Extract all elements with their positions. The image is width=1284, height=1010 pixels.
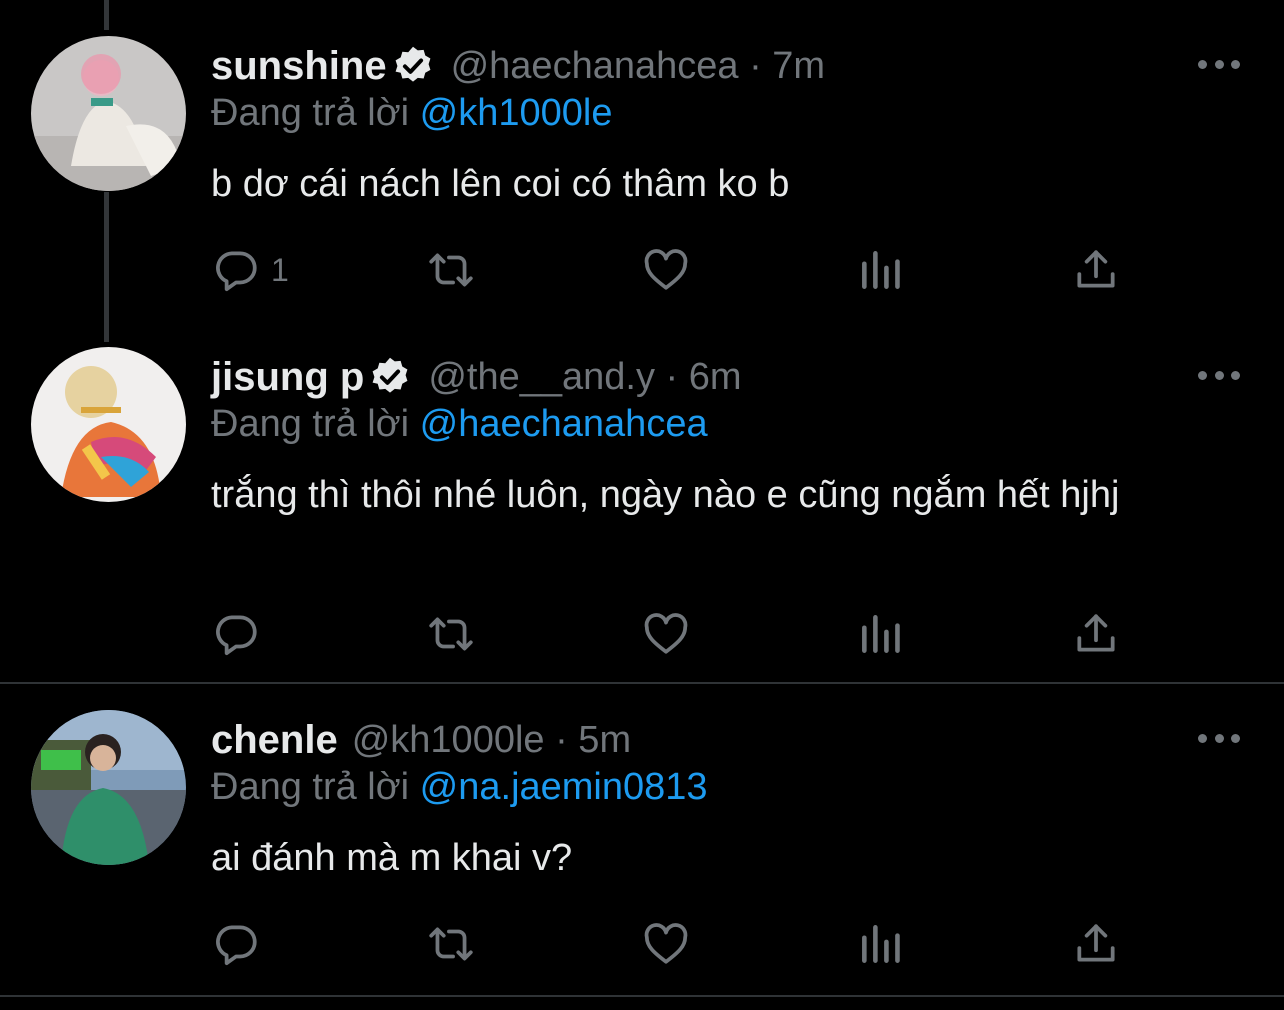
display-name[interactable]: chenle: [211, 718, 338, 763]
action-bar: [211, 916, 1131, 976]
reply-count: 1: [271, 251, 289, 288]
tweet-sunshine[interactable]: sunshine @haechanahcea · 7m Đang trả lời…: [0, 36, 1284, 336]
views-icon: [856, 245, 906, 295]
retweet-button[interactable]: [426, 242, 476, 298]
replying-to: Đang trả lời @haechanahcea: [211, 403, 708, 446]
tweet-header: sunshine @haechanahcea · 7m: [211, 36, 825, 96]
heart-icon: [641, 245, 691, 295]
handle-and-time[interactable]: @the__and.y · 6m: [428, 356, 741, 399]
avatar-image: [31, 347, 186, 502]
tweet-chenle[interactable]: chenle @kh1000le · 5m Đang trả lời @na.j…: [0, 710, 1284, 990]
display-name[interactable]: sunshine: [211, 44, 387, 89]
display-name[interactable]: jisung p: [211, 355, 364, 400]
views-button[interactable]: [856, 916, 906, 972]
like-button[interactable]: [641, 242, 691, 298]
verified-badge-icon: [368, 355, 412, 399]
handle-and-time[interactable]: @kh1000le · 5m: [352, 719, 631, 762]
tweet-jisung[interactable]: jisung p @the__and.y · 6m Đang trả lời @…: [0, 347, 1284, 677]
replying-to: Đang trả lời @na.jaemin0813: [211, 766, 708, 809]
replying-prefix: Đang trả lời: [211, 403, 410, 445]
divider: [0, 682, 1284, 684]
thread-line-top: [104, 0, 109, 30]
views-button[interactable]: [856, 606, 906, 662]
views-icon: [856, 609, 906, 659]
avatar-image: [31, 710, 186, 865]
reply-icon: [211, 245, 261, 295]
replying-to-mention[interactable]: @na.jaemin0813: [420, 766, 708, 808]
retweet-button[interactable]: [426, 916, 476, 972]
replying-to-mention[interactable]: @haechanahcea: [420, 403, 708, 445]
tweet-header: chenle @kh1000le · 5m: [211, 710, 631, 770]
avatar[interactable]: [31, 710, 186, 865]
avatar-image: [31, 36, 186, 191]
more-icon[interactable]: [1198, 54, 1240, 74]
share-button[interactable]: [1071, 606, 1121, 662]
reply-button[interactable]: [211, 916, 271, 972]
avatar[interactable]: [31, 36, 186, 191]
tweet-text: ai đánh mà m khai v?: [211, 837, 573, 879]
handle-and-time[interactable]: @haechanahcea · 7m: [451, 45, 825, 88]
replying-prefix: Đang trả lời: [211, 766, 410, 808]
share-button[interactable]: [1071, 242, 1121, 298]
tweet-header: jisung p @the__and.y · 6m: [211, 347, 742, 407]
heart-icon: [641, 919, 691, 969]
reply-icon: [211, 919, 261, 969]
action-bar: 1: [211, 242, 1131, 302]
retweet-icon: [426, 609, 476, 659]
tweet-text: b dơ cái nách lên coi có thâm ko b: [211, 163, 790, 205]
avatar[interactable]: [31, 347, 186, 502]
more-icon[interactable]: [1198, 365, 1240, 385]
action-bar: [211, 606, 1131, 666]
retweet-icon: [426, 919, 476, 969]
share-icon: [1071, 919, 1121, 969]
heart-icon: [641, 609, 691, 659]
divider: [0, 995, 1284, 997]
share-button[interactable]: [1071, 916, 1121, 972]
tweet-text: trắng thì thôi nhé luôn, ngày nào e cũng…: [211, 474, 1120, 516]
reply-button[interactable]: [211, 606, 271, 662]
like-button[interactable]: [641, 606, 691, 662]
retweet-button[interactable]: [426, 606, 476, 662]
share-icon: [1071, 245, 1121, 295]
more-icon[interactable]: [1198, 728, 1240, 748]
views-button[interactable]: [856, 242, 906, 298]
replying-prefix: Đang trả lời: [211, 92, 410, 134]
views-icon: [856, 919, 906, 969]
replying-to: Đang trả lời @kh1000le: [211, 92, 613, 135]
like-button[interactable]: [641, 916, 691, 972]
retweet-icon: [426, 245, 476, 295]
reply-icon: [211, 609, 261, 659]
reply-button[interactable]: 1: [211, 242, 289, 298]
share-icon: [1071, 609, 1121, 659]
replying-to-mention[interactable]: @kh1000le: [420, 92, 613, 134]
verified-badge-icon: [391, 44, 435, 88]
